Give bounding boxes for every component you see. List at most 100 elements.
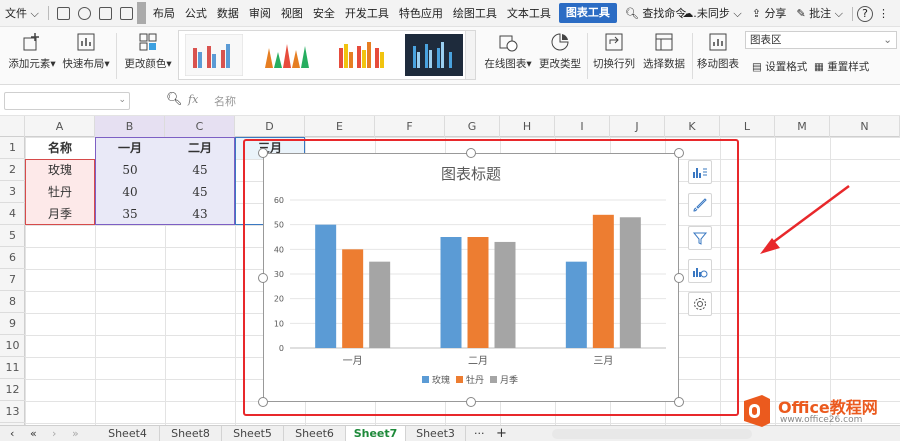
add-sheet-button[interactable]: + — [496, 426, 507, 441]
collapsed-menu-block — [136, 2, 146, 24]
name-box[interactable]: ⌄ — [4, 92, 130, 110]
online-chart-icon — [499, 35, 518, 52]
column-header-m[interactable]: M — [775, 116, 830, 137]
column-header-l[interactable]: L — [720, 116, 775, 137]
change-color-button[interactable]: 更改颜色▾ — [122, 29, 174, 71]
column-header-k[interactable]: K — [665, 116, 720, 137]
column-header-d[interactable]: D — [235, 116, 305, 137]
cell-b4[interactable]: 35 — [95, 203, 165, 225]
copy-icon[interactable] — [77, 6, 91, 20]
cell-b1[interactable]: 一月 — [95, 137, 165, 159]
tab-security[interactable]: 安全 — [308, 0, 340, 27]
column-header-a[interactable]: A — [25, 116, 95, 137]
tab-text-tools[interactable]: 文本工具 — [502, 0, 556, 27]
share-button[interactable]: ⇪ 分享 — [747, 0, 792, 27]
tab-layout[interactable]: 布局 — [148, 0, 180, 27]
row-header[interactable]: 1 — [0, 137, 25, 159]
add-element-button[interactable]: 添加元素▾ — [4, 29, 60, 71]
sheet-tab[interactable]: Sheet6 — [284, 426, 346, 441]
reset-style-button[interactable]: ▦ 重置样式 — [814, 59, 869, 74]
tab-developer[interactable]: 开发工具 — [340, 0, 394, 27]
move-chart-button[interactable]: 移动图表 — [694, 29, 742, 71]
more-icon[interactable]: ⋮ — [873, 0, 894, 27]
help-button[interactable]: ? — [857, 5, 873, 22]
tab-review[interactable]: 审阅 — [244, 0, 276, 27]
tab-more-button[interactable]: ··· — [474, 426, 485, 441]
column-header-h[interactable]: H — [500, 116, 555, 137]
fx-label[interactable]: fx — [188, 93, 198, 106]
sync-status[interactable]: ☁ 未同步 ⌵ — [677, 0, 746, 27]
gallery-scroll-button[interactable] — [465, 31, 475, 79]
row-header[interactable]: 8 — [0, 291, 25, 313]
cell-b2[interactable]: 50 — [95, 159, 165, 181]
tab-scroll-right-icon[interactable]: › — [52, 426, 56, 441]
zoom-icon[interactable]: 🔍︎ — [166, 92, 183, 107]
horizontal-scrollbar[interactable] — [552, 429, 752, 439]
row-header[interactable]: 2 — [0, 159, 25, 181]
comment-button[interactable]: ✎ 批注 ⌵ — [791, 0, 848, 27]
column-header-j[interactable]: J — [610, 116, 665, 137]
cell-c2[interactable]: 45 — [165, 159, 235, 181]
row-header[interactable]: 13 — [0, 401, 25, 423]
tab-scroll-last-icon[interactable]: » — [72, 426, 79, 441]
chart-style-thumb-3[interactable] — [333, 34, 391, 76]
chart-style-thumb-2[interactable] — [259, 34, 317, 76]
cell-a1[interactable]: 名称 — [25, 137, 95, 159]
switch-icon — [605, 33, 623, 51]
sheet-tab-active[interactable]: Sheet7 — [346, 426, 406, 441]
sheet-tab[interactable]: Sheet8 — [160, 426, 222, 441]
select-data-button[interactable]: 选择数据 — [640, 29, 688, 71]
row-header[interactable]: 7 — [0, 269, 25, 291]
tab-features[interactable]: 特色应用 — [394, 0, 448, 27]
change-type-button[interactable]: 更改类型 — [536, 29, 584, 71]
comment-icon: ✎ — [796, 7, 806, 20]
column-header-b[interactable]: B — [95, 116, 165, 137]
sheet-tab[interactable]: Sheet5 — [222, 426, 284, 441]
tab-chart-tools[interactable]: 图表工具 — [558, 3, 617, 23]
cell-a3[interactable]: 牡丹 — [25, 181, 95, 203]
format-setting-button[interactable]: ▤ 设置格式 — [752, 59, 807, 74]
row-header[interactable]: 10 — [0, 335, 25, 357]
sheet-tab[interactable]: Sheet4 — [96, 426, 160, 441]
chart-style-gallery[interactable] — [178, 30, 476, 80]
switch-row-col-button[interactable]: 切换行列 — [590, 29, 638, 71]
tab-drawing-tools[interactable]: 绘图工具 — [448, 0, 502, 27]
row-header[interactable]: 9 — [0, 313, 25, 335]
tab-scroll-left-icon[interactable]: ‹ — [10, 426, 14, 441]
chart-style-thumb-1[interactable] — [185, 34, 243, 76]
tab-data[interactable]: 数据 — [212, 0, 244, 27]
column-header-e[interactable]: E — [305, 116, 375, 137]
column-header-c[interactable]: C — [165, 116, 235, 137]
row-header[interactable]: 12 — [0, 379, 25, 401]
tab-view[interactable]: 视图 — [276, 0, 308, 27]
column-header-i[interactable]: I — [555, 116, 610, 137]
online-chart-button[interactable]: 在线图表▾ — [480, 29, 536, 71]
tab-formula[interactable]: 公式 — [180, 0, 212, 27]
save-icon[interactable] — [56, 6, 70, 20]
formula-input[interactable]: 名称 — [214, 93, 236, 109]
chart-area-dropdown[interactable]: 图表区 ⌄ — [745, 31, 897, 49]
sheet-tab[interactable]: Sheet3 — [406, 426, 466, 441]
row-header[interactable]: 4 — [0, 203, 25, 225]
cell-a4[interactable]: 月季 — [25, 203, 95, 225]
column-header-f[interactable]: F — [375, 116, 445, 137]
cell-c3[interactable]: 45 — [165, 181, 235, 203]
cell-c1[interactable]: 二月 — [165, 137, 235, 159]
row-header[interactable]: 6 — [0, 247, 25, 269]
print-icon[interactable] — [98, 6, 112, 20]
search-icon: 🔍︎ — [624, 6, 639, 20]
row-header[interactable]: 5 — [0, 225, 25, 247]
row-header[interactable]: 11 — [0, 357, 25, 379]
cell-c4[interactable]: 43 — [165, 203, 235, 225]
chart-style-thumb-4[interactable] — [405, 34, 463, 76]
select-all-corner[interactable] — [0, 116, 25, 137]
quick-layout-button[interactable]: 快速布局▾ — [60, 29, 112, 71]
row-header[interactable]: 3 — [0, 181, 25, 203]
tab-scroll-first-icon[interactable]: « — [30, 426, 37, 441]
cell-b3[interactable]: 40 — [95, 181, 165, 203]
file-menu[interactable]: 文件 ⌵ — [0, 0, 44, 27]
preview-icon[interactable] — [119, 6, 133, 20]
cell-a2[interactable]: 玫瑰 — [25, 159, 95, 181]
column-header-g[interactable]: G — [445, 116, 500, 137]
column-header-n[interactable]: N — [830, 116, 900, 137]
